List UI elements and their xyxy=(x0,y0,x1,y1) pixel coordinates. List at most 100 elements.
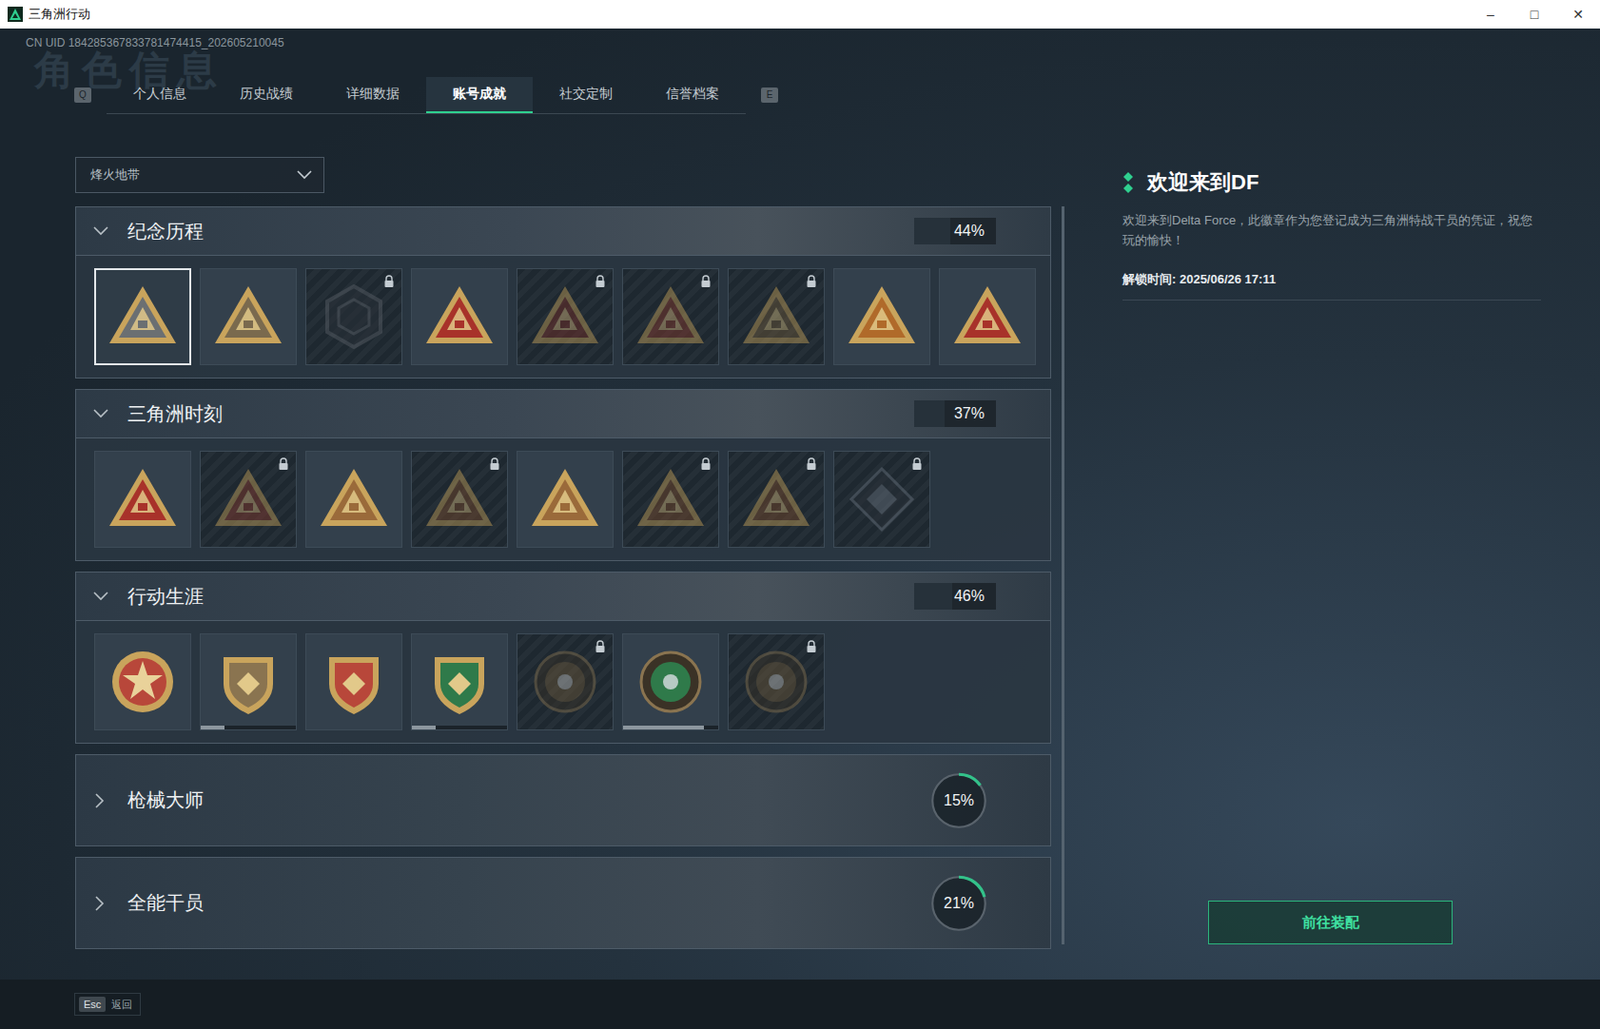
badge-tile[interactable] xyxy=(833,450,931,548)
section-header[interactable]: 行动生涯 46% xyxy=(76,572,1051,622)
badge-progress-fill xyxy=(200,725,225,730)
section-title: 三角洲时刻 xyxy=(127,401,223,428)
badge-tile[interactable] xyxy=(410,633,508,731)
achievement-section-collapsed[interactable]: 全能干员 21% xyxy=(75,857,1052,950)
triangle-badge-icon xyxy=(104,461,181,538)
collapse-arrow-icon xyxy=(93,226,109,236)
tab[interactable]: 社交定制 xyxy=(532,77,640,114)
badge-tile[interactable] xyxy=(199,633,297,731)
scrollbar[interactable] xyxy=(1061,206,1065,945)
badge-tile[interactable] xyxy=(622,268,720,366)
percent-fill xyxy=(914,583,953,610)
tab[interactable]: 详细数据 xyxy=(319,77,427,114)
percent-text: 44% xyxy=(914,217,996,245)
equip-button[interactable]: 前往装配 xyxy=(1208,900,1453,945)
achievement-section-collapsed[interactable]: 枪械大师 15% xyxy=(75,754,1052,847)
badge-tile[interactable] xyxy=(938,268,1036,366)
window-control-button[interactable]: – xyxy=(1468,6,1513,22)
lock-icon xyxy=(594,274,606,289)
esc-key: Esc xyxy=(78,996,106,1013)
page-watermark: 角色信息 xyxy=(34,43,225,98)
triangle-badge-icon xyxy=(843,278,920,355)
section-percent: 37% xyxy=(914,400,996,428)
triangle-badge-icon xyxy=(104,278,181,355)
collapse-arrow-icon xyxy=(93,591,109,602)
badge-tile[interactable] xyxy=(199,268,297,366)
badge-tile[interactable] xyxy=(516,633,614,731)
tab[interactable]: 信誉档案 xyxy=(639,77,746,114)
lock-icon xyxy=(594,640,606,654)
content: 烽火地带 纪念历程 44% 三角洲时刻 37% 行动生涯 46% 枪械大师 15… xyxy=(0,156,1600,980)
app-logo-icon xyxy=(7,6,23,22)
shield-badge-icon xyxy=(315,643,392,721)
badge-tile[interactable] xyxy=(727,268,825,366)
lock-icon xyxy=(805,640,818,654)
badge-tile[interactable] xyxy=(727,450,825,548)
triangle-badge-icon xyxy=(632,278,709,355)
percent-text: 37% xyxy=(914,400,996,428)
badge-tile[interactable] xyxy=(622,633,720,731)
badge-tile[interactable] xyxy=(727,633,825,731)
lock-icon xyxy=(700,457,712,471)
badge-tile[interactable] xyxy=(305,268,403,366)
badge-tile[interactable] xyxy=(833,268,931,366)
badge-tile[interactable] xyxy=(410,450,508,548)
main-area: 角色信息 CN UID 184285367833781474415_202605… xyxy=(0,28,1600,980)
triangle-badge-icon xyxy=(949,278,1026,355)
triangle-badge-icon xyxy=(526,461,604,538)
percent-fill xyxy=(914,217,951,245)
disc-badge-icon xyxy=(738,643,815,721)
section-percent: 44% xyxy=(914,217,996,245)
section-title: 纪念历程 xyxy=(127,218,204,245)
window-controls: –□✕ xyxy=(1468,6,1600,22)
tab[interactable]: 个人信息 xyxy=(106,77,214,114)
badge-tile[interactable] xyxy=(94,633,192,731)
badge-tile[interactable] xyxy=(305,633,403,731)
badge-grid xyxy=(76,438,1051,561)
shield-badge-icon xyxy=(210,643,287,721)
window-control-button[interactable]: □ xyxy=(1512,6,1557,22)
badge-tile[interactable] xyxy=(410,268,508,366)
section-title: 全能干员 xyxy=(127,890,204,917)
mode-dropdown[interactable]: 烽火地带 xyxy=(75,156,325,194)
tab[interactable]: 历史战绩 xyxy=(213,77,320,114)
window-title: 三角洲行动 xyxy=(28,5,91,23)
collapse-arrow-icon xyxy=(93,409,109,419)
next-tab-key[interactable]: E xyxy=(760,87,779,103)
badge-progress-fill xyxy=(623,725,704,730)
badge-tile[interactable] xyxy=(516,450,614,548)
section-header[interactable]: 纪念历程 44% xyxy=(76,207,1051,256)
uid-label: CN UID 184285367833781474415_20260521004… xyxy=(0,28,1600,51)
section-header[interactable]: 三角洲时刻 37% xyxy=(76,390,1051,439)
window-control-button[interactable]: ✕ xyxy=(1556,6,1600,22)
percent-text: 46% xyxy=(914,583,996,610)
triangle-badge-icon xyxy=(738,461,815,538)
triangle-badge-icon xyxy=(210,461,287,538)
badge-tile[interactable] xyxy=(94,268,192,366)
badge-tile[interactable] xyxy=(622,450,720,548)
prev-tab-key[interactable]: Q xyxy=(74,87,92,103)
percent-text: 15% xyxy=(928,770,990,832)
back-button[interactable]: Esc 返回 xyxy=(74,993,141,1016)
achievement-section: 行动生涯 46% xyxy=(75,571,1052,744)
percent-fill xyxy=(914,400,945,428)
section-title: 行动生涯 xyxy=(127,584,204,610)
hex-badge-icon xyxy=(315,278,392,355)
achievement-column: 烽火地带 纪念历程 44% 三角洲时刻 37% 行动生涯 46% 枪械大师 15… xyxy=(75,156,1077,980)
badge-tile[interactable] xyxy=(199,450,297,548)
lock-icon xyxy=(383,274,395,289)
triangle-badge-icon xyxy=(738,278,815,355)
disc-badge-icon xyxy=(632,643,709,721)
detail-title: 欢迎来到DF xyxy=(1122,168,1542,197)
percent-text: 21% xyxy=(928,873,990,935)
tab-list: 个人信息历史战绩详细数据账号成就社交定制信誉档案 xyxy=(106,77,746,115)
badge-tile[interactable] xyxy=(305,450,403,548)
triangle-badge-icon xyxy=(315,461,392,538)
achievement-section: 纪念历程 44% xyxy=(75,206,1052,379)
badge-tile[interactable] xyxy=(94,450,192,548)
badge-tile[interactable] xyxy=(516,268,614,366)
tab[interactable]: 账号成就 xyxy=(426,77,533,114)
badge-progress-bar xyxy=(200,725,296,730)
section-list-row: 纪念历程 44% 三角洲时刻 37% 行动生涯 46% 枪械大师 15% 全能干… xyxy=(75,206,1077,980)
badge-grid xyxy=(76,255,1051,378)
